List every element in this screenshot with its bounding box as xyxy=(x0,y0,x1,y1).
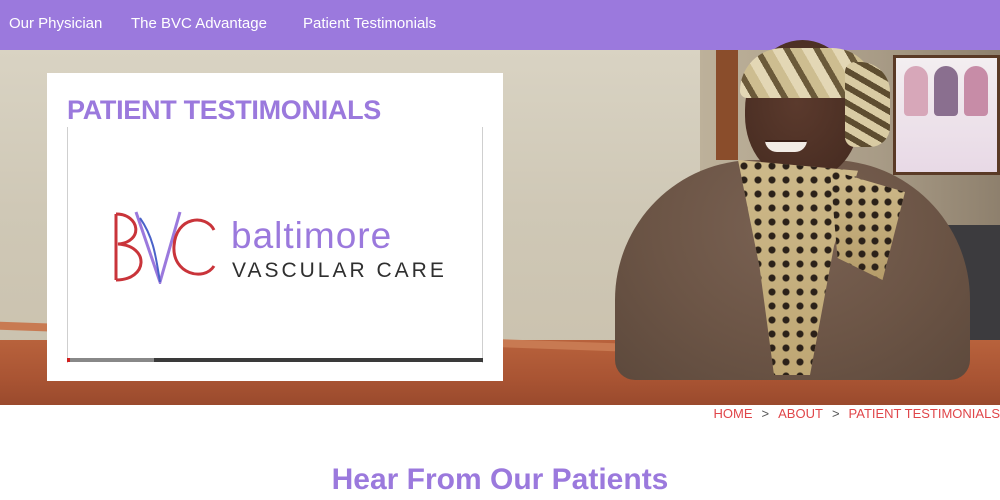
nav-item-our-physician[interactable]: Our Physician xyxy=(9,15,102,32)
hero-background-shelf xyxy=(716,50,738,160)
hero-background-poster xyxy=(893,55,1000,175)
video-played-bar xyxy=(67,358,70,362)
bvc-logo-monogram xyxy=(114,211,216,284)
breadcrumb: HOME > ABOUT > PATIENT TESTIMONIALS xyxy=(714,406,1000,424)
bvc-logo-wordmark: baltimore xyxy=(231,215,393,256)
breadcrumb-home[interactable]: HOME xyxy=(714,406,753,424)
nav-item-bvc-advantage[interactable]: The BVC Advantage xyxy=(131,15,267,32)
breadcrumb-about[interactable]: ABOUT xyxy=(778,406,823,424)
page-title: PATIENT TESTIMONIALS xyxy=(67,95,381,125)
section-heading: Hear From Our Patients xyxy=(331,463,669,496)
breadcrumb-current: PATIENT TESTIMONIALS xyxy=(848,406,1000,421)
video-buffered-bar xyxy=(70,358,154,362)
breadcrumb-separator: > xyxy=(761,406,770,421)
breadcrumb-separator: > xyxy=(831,406,840,421)
top-navigation: Our Physician The BVC Advantage Patient … xyxy=(0,0,1000,50)
bvc-logo-subtitle: VASCULAR CARE xyxy=(232,259,447,282)
nav-item-patient-testimonials[interactable]: Patient Testimonials xyxy=(303,15,436,32)
